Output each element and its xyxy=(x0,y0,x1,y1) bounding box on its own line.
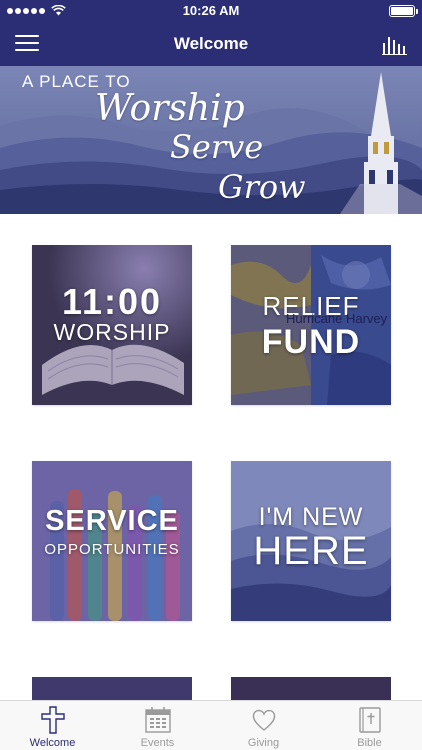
status-time: 10:26 AM xyxy=(182,3,240,18)
tile-title: 11:00 xyxy=(61,281,163,322)
battery-icon xyxy=(389,5,418,17)
tab-label: Giving xyxy=(247,737,280,749)
tile-relief-fund[interactable]: RELIEF Hurricane Harvey FUND xyxy=(231,245,391,405)
hero-script-word: Serve xyxy=(170,128,264,166)
tile-service[interactable]: SERVICE OPPORTUNITIES xyxy=(32,461,192,621)
tab-welcome[interactable]: Welcome xyxy=(0,701,105,750)
audio-bars-icon[interactable] xyxy=(382,33,408,55)
tab-label: Welcome xyxy=(29,737,76,749)
calendar-icon xyxy=(145,707,171,733)
tab-bar: Welcome Events Giving Bible xyxy=(0,700,422,750)
tile-subtitle: WORSHIP xyxy=(53,319,171,345)
page-title: Welcome xyxy=(173,34,249,53)
tile-subtitle: FUND xyxy=(261,323,361,361)
tab-label: Events xyxy=(140,737,175,749)
tab-bible[interactable]: Bible xyxy=(317,701,422,750)
tile-partial-left[interactable] xyxy=(32,677,192,700)
status-bar: 10:26 AM xyxy=(0,0,422,22)
tile-worship[interactable]: 11:00 WORSHIP xyxy=(32,245,192,405)
navigation-bar: Welcome xyxy=(0,22,422,66)
tile-im-new[interactable]: I'M NEW HERE xyxy=(231,461,391,621)
tile-subtitle: OPPORTUNITIES xyxy=(44,541,180,558)
tile-title: SERVICE xyxy=(45,505,179,537)
hero-script-word: Grow xyxy=(218,168,306,206)
tile-subtitle: HERE xyxy=(253,529,369,573)
tile-partial-right[interactable] xyxy=(231,677,391,700)
tab-events[interactable]: Events xyxy=(105,701,210,750)
heart-icon xyxy=(252,709,276,731)
tile-title: I'M NEW xyxy=(258,503,364,531)
hero-script-word: Worship xyxy=(95,88,245,129)
bible-icon xyxy=(359,707,381,733)
cross-icon xyxy=(41,706,65,734)
tab-giving[interactable]: Giving xyxy=(211,701,316,750)
tab-label: Bible xyxy=(357,737,382,749)
